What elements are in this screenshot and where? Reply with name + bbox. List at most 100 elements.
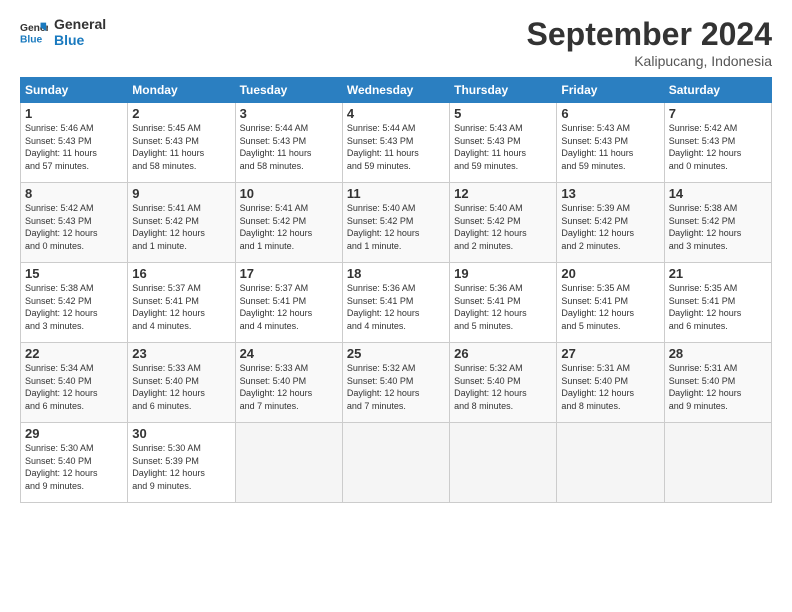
day-cell: 1Sunrise: 5:46 AMSunset: 5:43 PMDaylight… — [21, 103, 128, 183]
col-header-monday: Monday — [128, 78, 235, 103]
day-info: Sunrise: 5:42 AMSunset: 5:43 PMDaylight:… — [25, 202, 123, 252]
day-info: Sunrise: 5:43 AMSunset: 5:43 PMDaylight:… — [454, 122, 552, 172]
day-info: Sunrise: 5:42 AMSunset: 5:43 PMDaylight:… — [669, 122, 767, 172]
day-info: Sunrise: 5:46 AMSunset: 5:43 PMDaylight:… — [25, 122, 123, 172]
day-number: 5 — [454, 106, 552, 121]
col-header-friday: Friday — [557, 78, 664, 103]
day-cell: 20Sunrise: 5:35 AMSunset: 5:41 PMDayligh… — [557, 263, 664, 343]
day-info: Sunrise: 5:44 AMSunset: 5:43 PMDaylight:… — [240, 122, 338, 172]
week-row-4: 22Sunrise: 5:34 AMSunset: 5:40 PMDayligh… — [21, 343, 772, 423]
day-info: Sunrise: 5:36 AMSunset: 5:41 PMDaylight:… — [347, 282, 445, 332]
day-number: 6 — [561, 106, 659, 121]
day-cell: 12Sunrise: 5:40 AMSunset: 5:42 PMDayligh… — [450, 183, 557, 263]
day-info: Sunrise: 5:41 AMSunset: 5:42 PMDaylight:… — [240, 202, 338, 252]
day-cell: 24Sunrise: 5:33 AMSunset: 5:40 PMDayligh… — [235, 343, 342, 423]
col-header-thursday: Thursday — [450, 78, 557, 103]
day-info: Sunrise: 5:30 AMSunset: 5:39 PMDaylight:… — [132, 442, 230, 492]
day-cell: 6Sunrise: 5:43 AMSunset: 5:43 PMDaylight… — [557, 103, 664, 183]
day-info: Sunrise: 5:37 AMSunset: 5:41 PMDaylight:… — [240, 282, 338, 332]
day-cell: 11Sunrise: 5:40 AMSunset: 5:42 PMDayligh… — [342, 183, 449, 263]
day-cell — [235, 423, 342, 503]
day-cell: 8Sunrise: 5:42 AMSunset: 5:43 PMDaylight… — [21, 183, 128, 263]
col-header-wednesday: Wednesday — [342, 78, 449, 103]
day-cell — [664, 423, 771, 503]
day-info: Sunrise: 5:31 AMSunset: 5:40 PMDaylight:… — [561, 362, 659, 412]
day-cell: 30Sunrise: 5:30 AMSunset: 5:39 PMDayligh… — [128, 423, 235, 503]
day-number: 13 — [561, 186, 659, 201]
day-number: 21 — [669, 266, 767, 281]
logo: General Blue General Blue — [20, 16, 106, 48]
day-number: 16 — [132, 266, 230, 281]
day-cell: 15Sunrise: 5:38 AMSunset: 5:42 PMDayligh… — [21, 263, 128, 343]
day-number: 30 — [132, 426, 230, 441]
day-cell: 14Sunrise: 5:38 AMSunset: 5:42 PMDayligh… — [664, 183, 771, 263]
day-number: 24 — [240, 346, 338, 361]
day-cell: 16Sunrise: 5:37 AMSunset: 5:41 PMDayligh… — [128, 263, 235, 343]
location-subtitle: Kalipucang, Indonesia — [527, 53, 772, 69]
day-number: 22 — [25, 346, 123, 361]
day-cell: 7Sunrise: 5:42 AMSunset: 5:43 PMDaylight… — [664, 103, 771, 183]
day-cell: 26Sunrise: 5:32 AMSunset: 5:40 PMDayligh… — [450, 343, 557, 423]
day-number: 26 — [454, 346, 552, 361]
day-info: Sunrise: 5:32 AMSunset: 5:40 PMDaylight:… — [347, 362, 445, 412]
day-number: 10 — [240, 186, 338, 201]
day-cell: 18Sunrise: 5:36 AMSunset: 5:41 PMDayligh… — [342, 263, 449, 343]
day-cell — [557, 423, 664, 503]
day-info: Sunrise: 5:35 AMSunset: 5:41 PMDaylight:… — [561, 282, 659, 332]
day-number: 25 — [347, 346, 445, 361]
day-info: Sunrise: 5:32 AMSunset: 5:40 PMDaylight:… — [454, 362, 552, 412]
day-info: Sunrise: 5:41 AMSunset: 5:42 PMDaylight:… — [132, 202, 230, 252]
day-info: Sunrise: 5:40 AMSunset: 5:42 PMDaylight:… — [347, 202, 445, 252]
day-number: 15 — [25, 266, 123, 281]
day-cell: 27Sunrise: 5:31 AMSunset: 5:40 PMDayligh… — [557, 343, 664, 423]
day-number: 28 — [669, 346, 767, 361]
day-info: Sunrise: 5:36 AMSunset: 5:41 PMDaylight:… — [454, 282, 552, 332]
day-cell: 10Sunrise: 5:41 AMSunset: 5:42 PMDayligh… — [235, 183, 342, 263]
day-cell: 5Sunrise: 5:43 AMSunset: 5:43 PMDaylight… — [450, 103, 557, 183]
col-header-tuesday: Tuesday — [235, 78, 342, 103]
day-number: 3 — [240, 106, 338, 121]
day-number: 17 — [240, 266, 338, 281]
week-row-1: 1Sunrise: 5:46 AMSunset: 5:43 PMDaylight… — [21, 103, 772, 183]
day-info: Sunrise: 5:38 AMSunset: 5:42 PMDaylight:… — [669, 202, 767, 252]
title-area: September 2024 Kalipucang, Indonesia — [527, 16, 772, 69]
day-info: Sunrise: 5:33 AMSunset: 5:40 PMDaylight:… — [240, 362, 338, 412]
day-cell: 28Sunrise: 5:31 AMSunset: 5:40 PMDayligh… — [664, 343, 771, 423]
day-info: Sunrise: 5:33 AMSunset: 5:40 PMDaylight:… — [132, 362, 230, 412]
logo-text-line1: General — [54, 16, 106, 32]
day-number: 18 — [347, 266, 445, 281]
day-cell: 17Sunrise: 5:37 AMSunset: 5:41 PMDayligh… — [235, 263, 342, 343]
day-number: 2 — [132, 106, 230, 121]
col-header-sunday: Sunday — [21, 78, 128, 103]
day-number: 8 — [25, 186, 123, 201]
day-info: Sunrise: 5:39 AMSunset: 5:42 PMDaylight:… — [561, 202, 659, 252]
week-row-5: 29Sunrise: 5:30 AMSunset: 5:40 PMDayligh… — [21, 423, 772, 503]
day-number: 19 — [454, 266, 552, 281]
day-info: Sunrise: 5:35 AMSunset: 5:41 PMDaylight:… — [669, 282, 767, 332]
col-header-saturday: Saturday — [664, 78, 771, 103]
day-cell: 19Sunrise: 5:36 AMSunset: 5:41 PMDayligh… — [450, 263, 557, 343]
day-cell: 4Sunrise: 5:44 AMSunset: 5:43 PMDaylight… — [342, 103, 449, 183]
logo-icon: General Blue — [20, 18, 48, 46]
logo-text-line2: Blue — [54, 32, 106, 48]
day-number: 11 — [347, 186, 445, 201]
day-number: 12 — [454, 186, 552, 201]
header: General Blue General Blue September 2024… — [20, 16, 772, 69]
day-info: Sunrise: 5:43 AMSunset: 5:43 PMDaylight:… — [561, 122, 659, 172]
day-number: 1 — [25, 106, 123, 121]
day-info: Sunrise: 5:38 AMSunset: 5:42 PMDaylight:… — [25, 282, 123, 332]
day-number: 4 — [347, 106, 445, 121]
day-info: Sunrise: 5:40 AMSunset: 5:42 PMDaylight:… — [454, 202, 552, 252]
day-cell: 2Sunrise: 5:45 AMSunset: 5:43 PMDaylight… — [128, 103, 235, 183]
day-cell: 22Sunrise: 5:34 AMSunset: 5:40 PMDayligh… — [21, 343, 128, 423]
day-cell: 21Sunrise: 5:35 AMSunset: 5:41 PMDayligh… — [664, 263, 771, 343]
day-number: 29 — [25, 426, 123, 441]
day-cell: 25Sunrise: 5:32 AMSunset: 5:40 PMDayligh… — [342, 343, 449, 423]
day-info: Sunrise: 5:45 AMSunset: 5:43 PMDaylight:… — [132, 122, 230, 172]
day-cell: 13Sunrise: 5:39 AMSunset: 5:42 PMDayligh… — [557, 183, 664, 263]
calendar-table: SundayMondayTuesdayWednesdayThursdayFrid… — [20, 77, 772, 503]
day-cell — [342, 423, 449, 503]
month-title: September 2024 — [527, 16, 772, 53]
day-number: 9 — [132, 186, 230, 201]
day-number: 14 — [669, 186, 767, 201]
